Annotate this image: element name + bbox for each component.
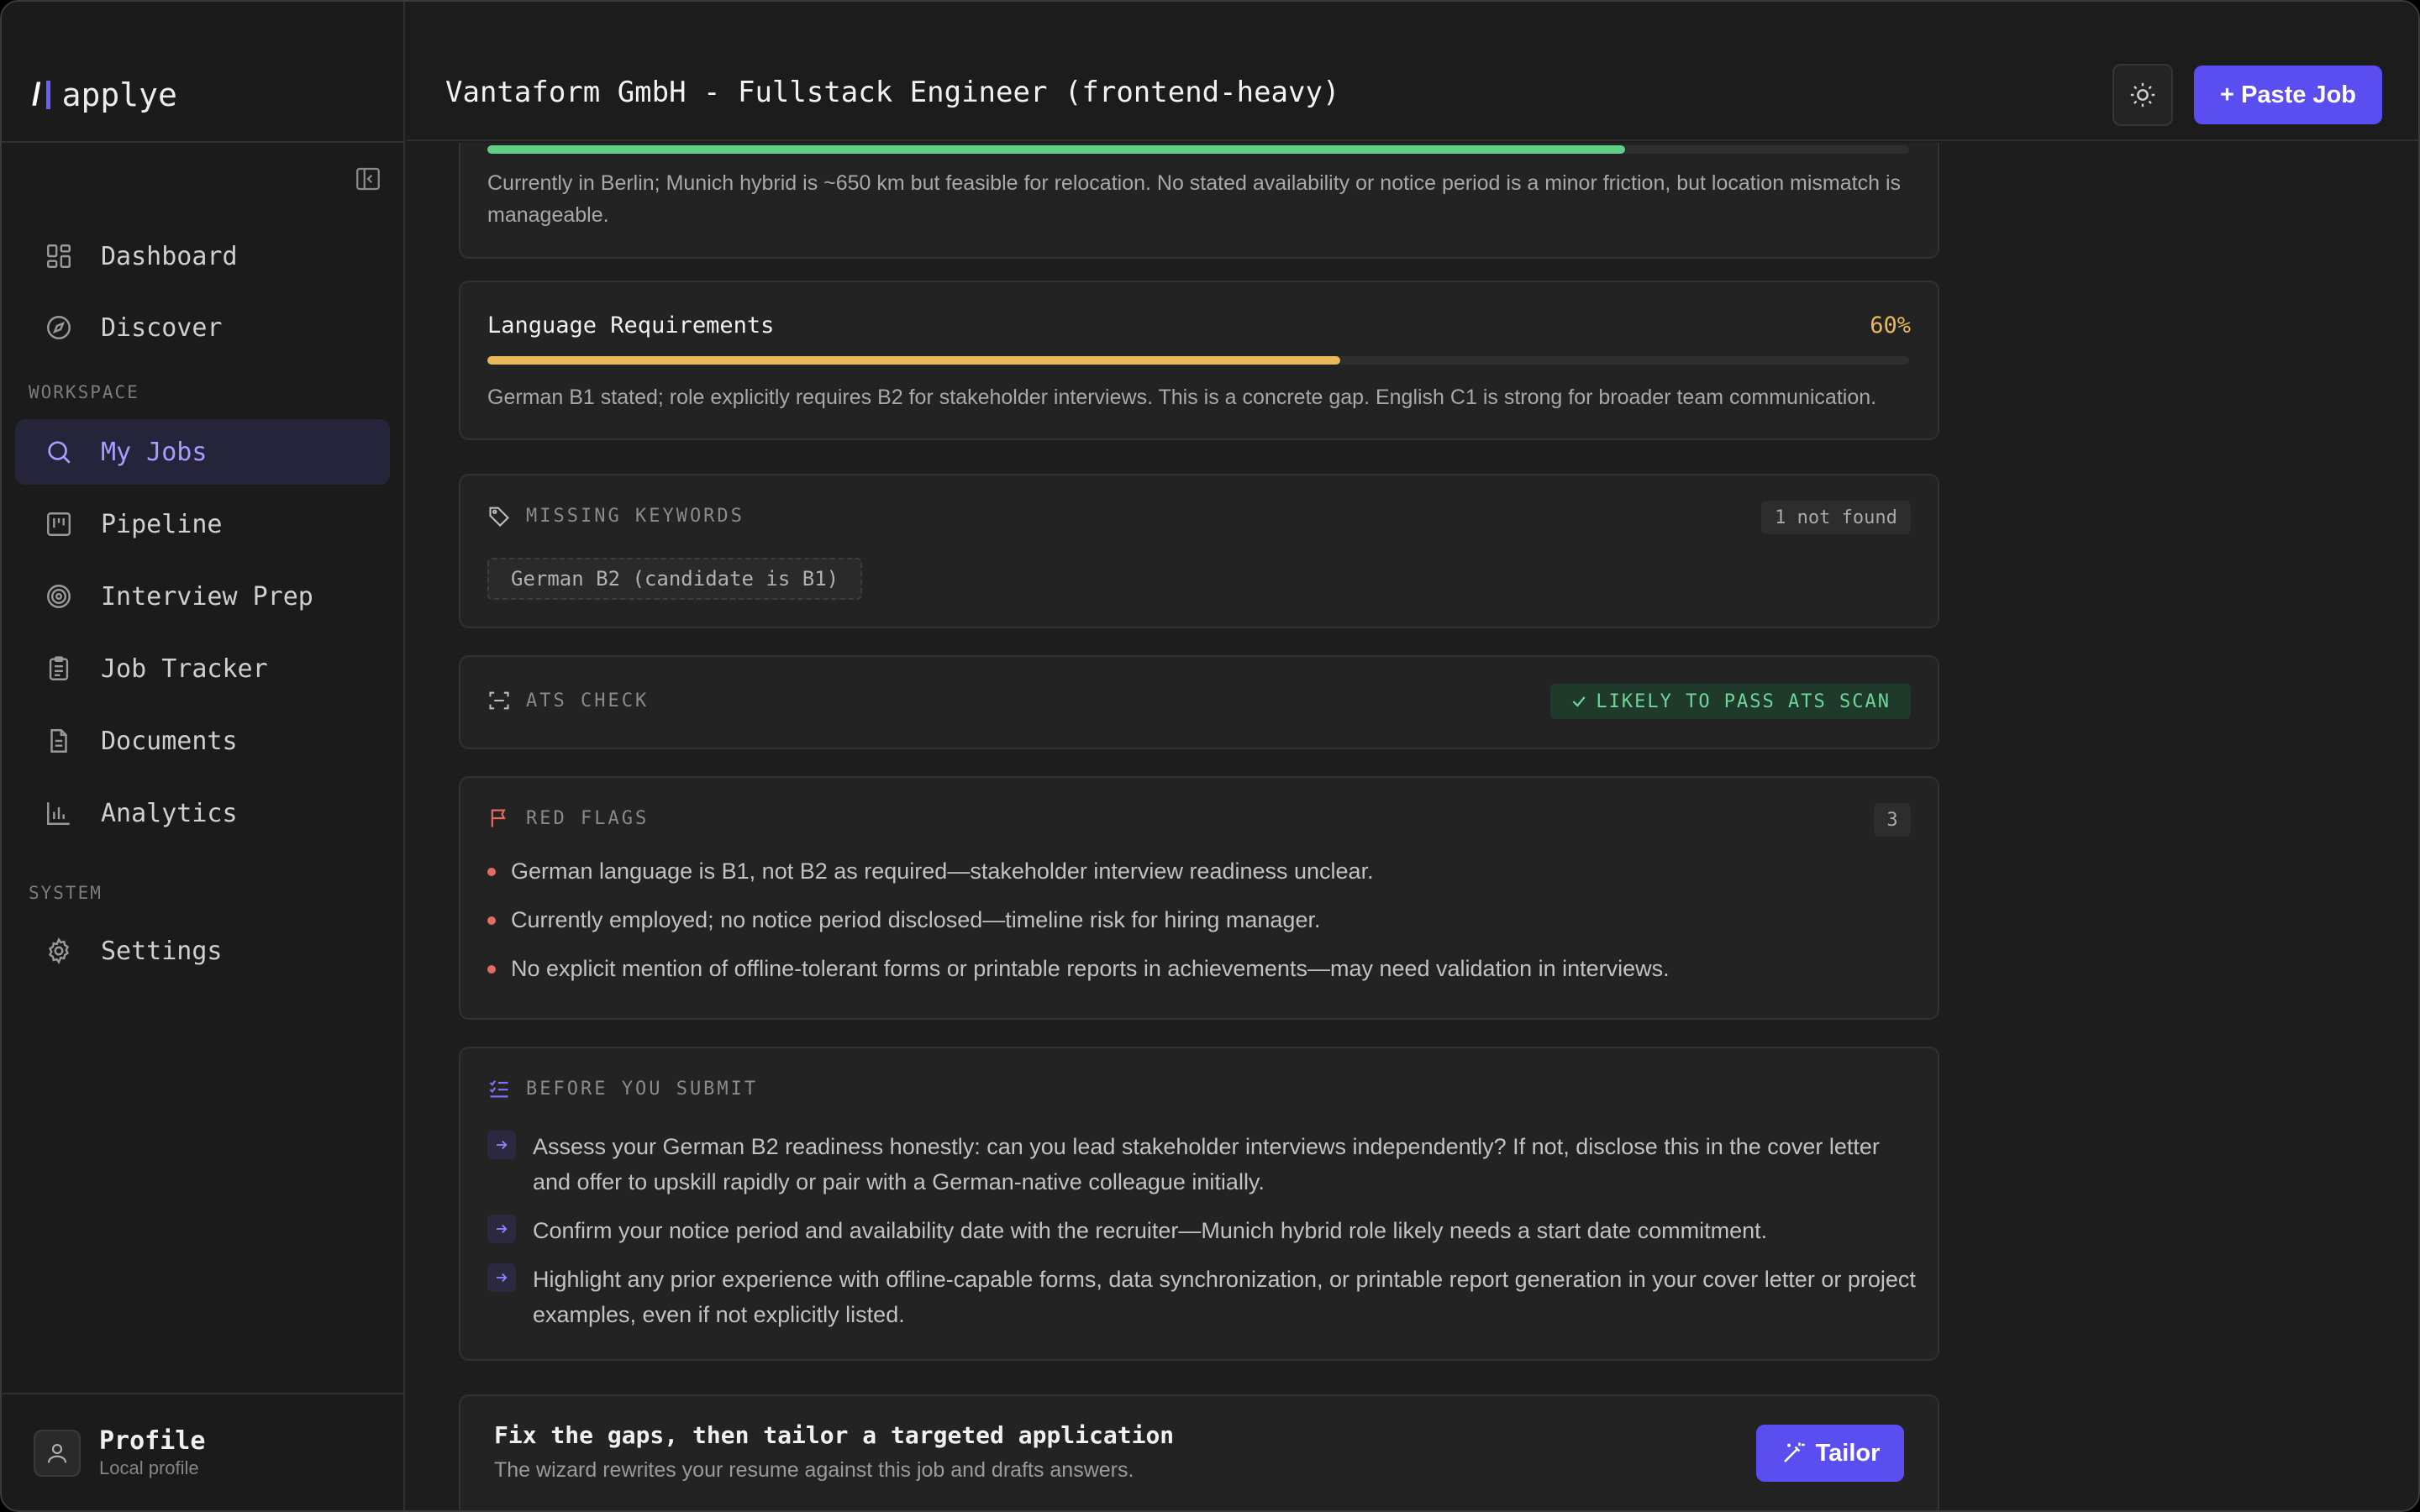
bar-chart-icon	[44, 798, 74, 828]
theme-toggle-button[interactable]	[2112, 64, 2173, 126]
tailor-button-label: Tailor	[1815, 1439, 1881, 1467]
cta-subtitle: The wizard rewrites your resume against …	[494, 1458, 1134, 1482]
scan-icon	[489, 691, 509, 710]
sidebar-item-label: Settings	[101, 936, 223, 966]
target-icon	[44, 581, 74, 612]
sidebar-item-pipeline[interactable]: Pipeline	[15, 491, 390, 557]
sidebar-item-settings[interactable]: Settings	[15, 918, 390, 984]
sidebar-item-job-tracker[interactable]: Job Tracker	[15, 636, 390, 701]
red-flags-card: RED FLAGS 3 German language is B1, not B…	[459, 776, 1939, 1020]
sidebar-item-analytics[interactable]: Analytics	[15, 780, 390, 846]
dashboard-icon	[44, 241, 74, 271]
language-description: German B1 stated; role explicitly requir…	[487, 386, 1877, 409]
language-progress-bar	[487, 356, 1909, 365]
red-flag-item: Currently employed; no notice period dis…	[487, 907, 1320, 933]
language-card-title: Language Requirements	[487, 312, 775, 339]
paste-job-button[interactable]: + Paste Job	[2194, 66, 2382, 124]
app-window: / applye Dashboard Discover WORKSPACE My…	[0, 0, 2420, 1512]
before-submit-label: BEFORE YOU SUBMIT	[526, 1078, 759, 1100]
bullet-dot	[487, 867, 496, 876]
cta-title: Fix the gaps, then tailor a targeted app…	[494, 1421, 1175, 1449]
sidebar-item-documents[interactable]: Documents	[15, 708, 390, 774]
sidebar-item-label: Dashboard	[101, 241, 238, 271]
red-flags-header: RED FLAGS	[487, 806, 649, 830]
missing-keywords-header: MISSING KEYWORDS	[487, 504, 744, 528]
flag-icon	[491, 809, 506, 827]
checklist-item: Highlight any prior experience with offl…	[487, 1262, 1916, 1332]
divider	[2, 1393, 405, 1394]
language-progress-fill	[487, 356, 1341, 365]
sidebar-item-label: Interview Prep	[101, 581, 313, 612]
sidebar-item-label: Pipeline	[101, 509, 223, 539]
checklist-item: Confirm your notice period and availabil…	[487, 1213, 1916, 1248]
missing-keywords-label: MISSING KEYWORDS	[526, 505, 744, 527]
ats-status-badge: LIKELY TO PASS ATS SCAN	[1550, 684, 1911, 719]
location-card: Currently in Berlin; Munich hybrid is ~6…	[459, 143, 1939, 259]
divider	[2, 141, 405, 143]
magic-wand-icon	[1783, 1442, 1805, 1462]
app-name: applye	[61, 76, 177, 113]
sidebar-item-my-jobs[interactable]: My Jobs	[15, 419, 390, 485]
language-percent: 60%	[1870, 312, 1911, 339]
checklist-item: Assess your German B2 readiness honestly…	[487, 1129, 1916, 1200]
clipboard-icon	[44, 654, 74, 684]
brand[interactable]: / applye	[32, 74, 177, 116]
collapse-sidebar-icon[interactable]	[353, 165, 383, 193]
before-you-submit-card: BEFORE YOU SUBMIT Assess your German B2 …	[459, 1047, 1939, 1361]
ats-check-header: ATS CHECK	[487, 689, 649, 712]
red-flag-item: No explicit mention of offline-tolerant …	[487, 956, 1670, 982]
not-found-count-badge: 1 not found	[1761, 501, 1911, 534]
user-icon	[34, 1429, 81, 1477]
document-icon	[44, 726, 74, 756]
section-label-workspace: WORKSPACE	[29, 382, 139, 402]
page-title: Vantaform GmbH - Fullstack Engineer (fro…	[445, 76, 1340, 109]
search-icon	[44, 437, 74, 467]
sidebar-item-label: Job Tracker	[101, 654, 268, 684]
profile-subtitle: Local profile	[99, 1457, 199, 1478]
kanban-icon	[44, 509, 74, 539]
compass-icon	[44, 312, 74, 343]
location-description: Currently in Berlin; Munich hybrid is ~6…	[487, 171, 1902, 227]
sidebar: / applye Dashboard Discover WORKSPACE My…	[2, 2, 405, 1510]
top-header: Vantaform GmbH - Fullstack Engineer (fro…	[407, 2, 2418, 141]
tag-icon	[489, 507, 509, 528]
checklist-icon	[489, 1080, 508, 1098]
location-progress-bar	[487, 145, 1909, 154]
ats-status-text: LIKELY TO PASS ATS SCAN	[1596, 690, 1891, 712]
sidebar-item-label: Analytics	[101, 798, 238, 828]
arrow-right-icon	[487, 1215, 516, 1243]
logo-icon: /	[32, 77, 50, 113]
location-progress-fill	[487, 145, 1625, 154]
missing-keywords-card: MISSING KEYWORDS 1 not found German B2 (…	[459, 474, 1939, 628]
check-icon	[1572, 696, 1586, 707]
profile-name: Profile	[99, 1426, 206, 1456]
red-flags-count-badge: 3	[1874, 803, 1911, 837]
bullet-dot	[487, 916, 496, 925]
red-flags-label: RED FLAGS	[526, 807, 650, 829]
tailor-button[interactable]: Tailor	[1756, 1425, 1904, 1482]
red-flag-item: German language is B1, not B2 as require…	[487, 858, 1374, 885]
sun-icon	[2130, 82, 2155, 108]
profile-button[interactable]: Profile Local profile	[34, 1426, 205, 1479]
sidebar-item-label: My Jobs	[101, 437, 208, 467]
sidebar-item-label: Documents	[101, 726, 238, 756]
arrow-right-icon	[487, 1131, 516, 1159]
sidebar-item-discover[interactable]: Discover	[15, 295, 390, 360]
language-requirements-card: Language Requirements 60% German B1 stat…	[459, 281, 1939, 440]
sidebar-item-dashboard[interactable]: Dashboard	[15, 223, 390, 289]
gear-icon	[44, 936, 74, 966]
arrow-right-icon	[487, 1263, 516, 1292]
ats-check-card: ATS CHECK LIKELY TO PASS ATS SCAN	[459, 655, 1939, 749]
sidebar-item-interview-prep[interactable]: Interview Prep	[15, 564, 390, 629]
tailor-cta-card: Fix the gaps, then tailor a targeted app…	[459, 1394, 1939, 1510]
ats-check-label: ATS CHECK	[526, 690, 650, 711]
before-submit-header: BEFORE YOU SUBMIT	[487, 1077, 758, 1100]
keyword-chip: German B2 (candidate is B1)	[487, 558, 863, 600]
section-label-system: SYSTEM	[29, 883, 103, 903]
bullet-dot	[487, 964, 496, 974]
main-content[interactable]: Currently in Berlin; Munich hybrid is ~6…	[407, 143, 2418, 1510]
sidebar-item-label: Discover	[101, 312, 223, 343]
